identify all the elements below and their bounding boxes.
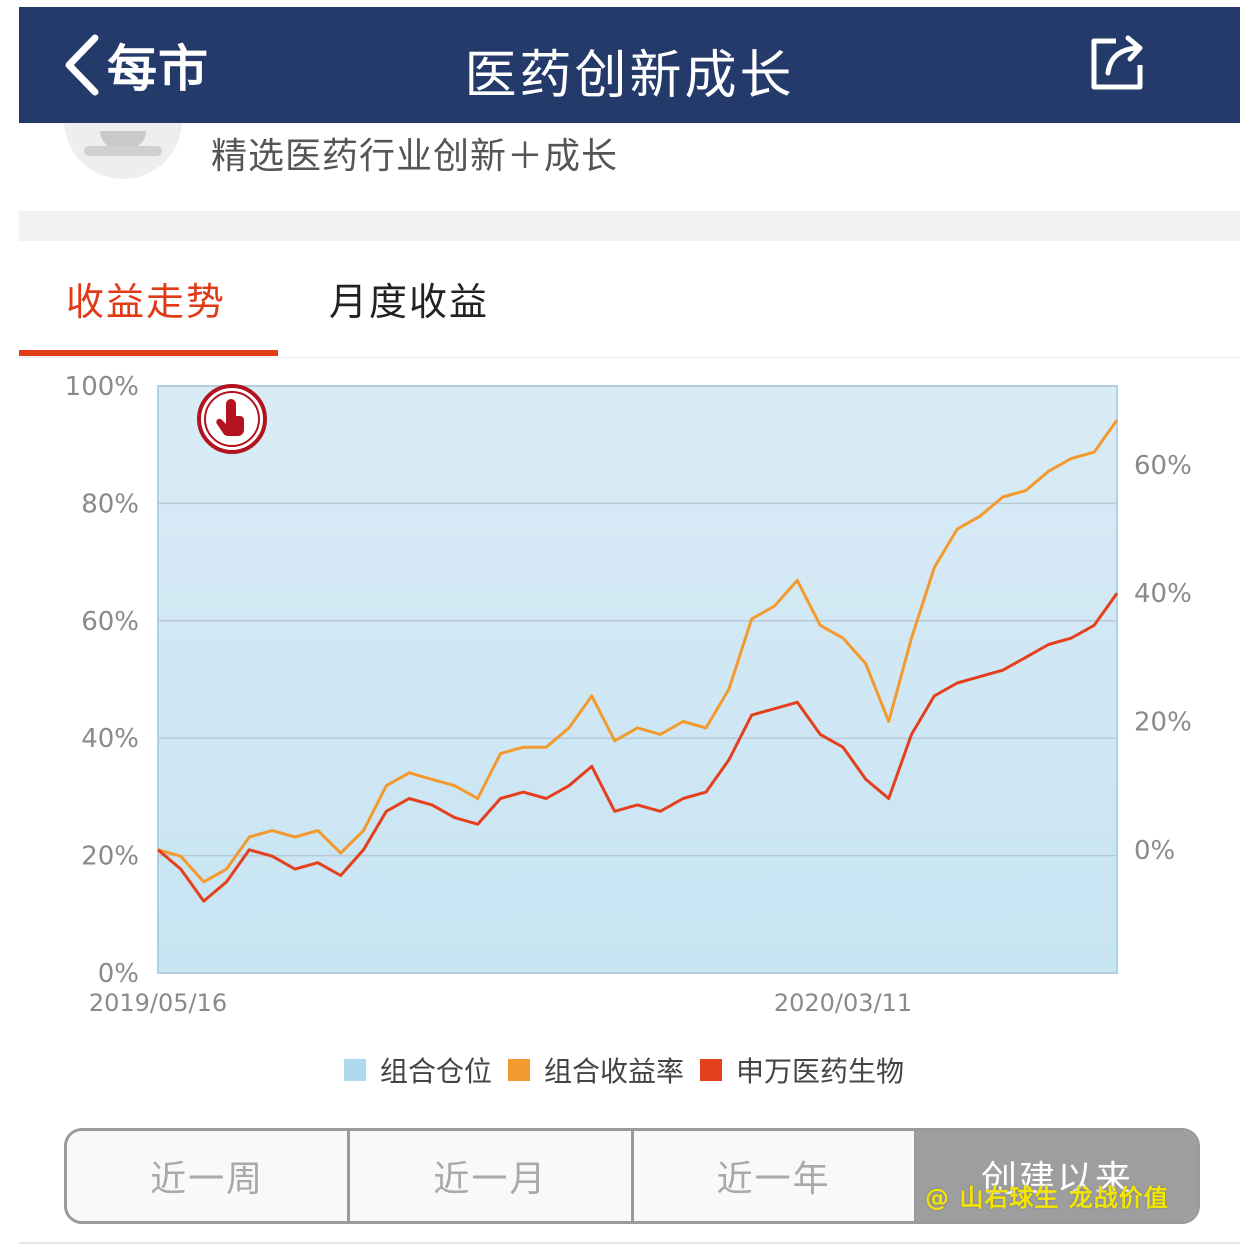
legend-item-position[interactable]: 组合仓位 xyxy=(343,1050,492,1090)
y-tick-label-right: 40% xyxy=(1134,579,1192,609)
legend-label: 组合仓位 xyxy=(379,1055,492,1088)
range-button-year[interactable]: 近一年 xyxy=(633,1131,917,1221)
y-tick-label-right: 20% xyxy=(1134,708,1192,738)
y-tick-label-left: 80% xyxy=(81,489,139,519)
y-tick-label-right: 60% xyxy=(1134,451,1192,481)
range-button-week[interactable]: 近一周 xyxy=(67,1131,351,1221)
y-tick-label-left: 20% xyxy=(81,842,139,872)
x-tick-label: 2019/05/16 xyxy=(89,989,227,1017)
legend-label: 组合收益率 xyxy=(543,1055,684,1088)
touch-hint-icon[interactable] xyxy=(197,384,267,454)
bottom-divider xyxy=(19,1242,1240,1244)
range-button-month[interactable]: 近一月 xyxy=(350,1131,634,1221)
y-tick-label-left: 0% xyxy=(98,959,139,989)
y-tick-label-left: 60% xyxy=(81,607,139,637)
y-tick-label-left: 100% xyxy=(65,372,139,402)
legend-item-portfolio-return[interactable]: 组合收益率 xyxy=(507,1050,684,1090)
watermark: @ 山右球生 龙战价值 xyxy=(925,1184,1169,1212)
legend-swatch xyxy=(507,1059,530,1081)
x-tick-label: 2020/03/11 xyxy=(774,989,912,1017)
return-trend-chart[interactable]: 100%80%60%40%20%0%60%40%20%0%2019/05/16 2… xyxy=(0,0,1248,1040)
legend-swatch xyxy=(343,1059,366,1081)
chart-legend: 组合仓位 组合收益率 申万医药生物 xyxy=(0,1050,1248,1090)
y-tick-label-left: 40% xyxy=(81,724,139,754)
legend-label: 申万医药生物 xyxy=(736,1055,905,1088)
y-tick-label-right: 0% xyxy=(1134,836,1175,866)
legend-swatch xyxy=(700,1059,722,1081)
legend-item-benchmark[interactable]: 申万医药生物 xyxy=(700,1050,904,1090)
